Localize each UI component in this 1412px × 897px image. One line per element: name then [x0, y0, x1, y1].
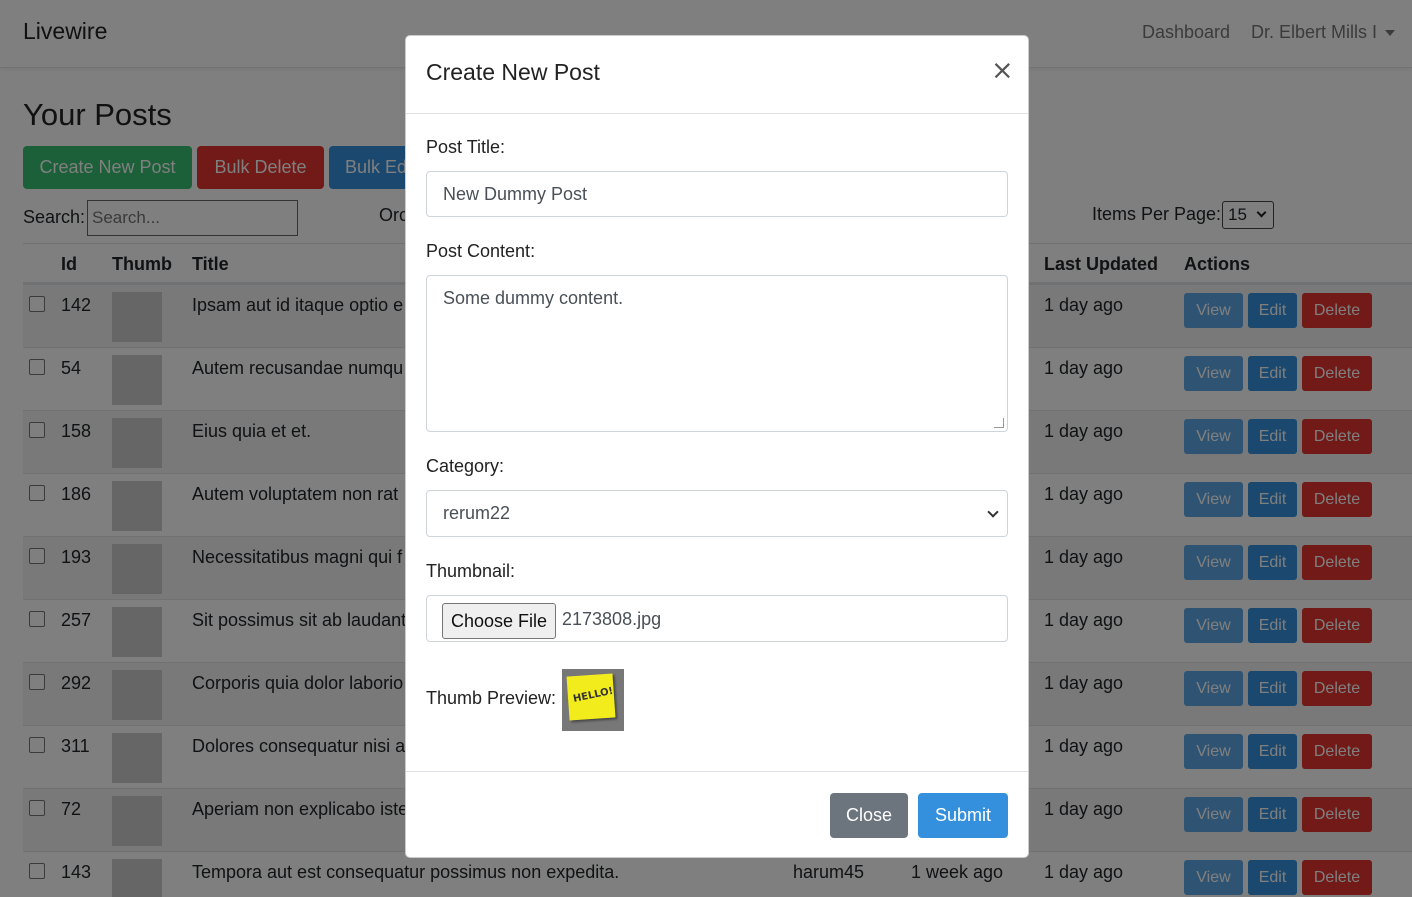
modal-footer: Close Submit [406, 771, 1028, 857]
sticky-note-text: HELLO! [572, 685, 615, 705]
thumbnail-file-input[interactable]: Choose File 2173808.jpg [426, 595, 1008, 642]
submit-button[interactable]: Submit [918, 793, 1008, 838]
resize-handle-icon[interactable] [994, 418, 1004, 428]
close-icon[interactable]: × [991, 55, 1014, 86]
category-label: Category: [426, 456, 505, 476]
chevron-down-icon [987, 506, 999, 518]
thumb-preview-image: HELLO! [562, 669, 624, 731]
create-post-modal: Create New Post × Post Title: New Dummy … [405, 35, 1029, 858]
thumbnail-label: Thumbnail: [426, 561, 516, 581]
post-content-textarea[interactable]: Some dummy content. [426, 275, 1008, 432]
file-name: 2173808.jpg [562, 609, 662, 629]
close-button[interactable]: Close [830, 793, 908, 838]
category-value: rerum22 [443, 503, 511, 523]
post-content-label: Post Content: [426, 241, 536, 261]
choose-file-button[interactable]: Choose File [442, 603, 556, 639]
thumb-preview-label: Thumb Preview: [426, 688, 557, 708]
post-title-label: Post Title: [426, 137, 506, 157]
post-title-input[interactable]: New Dummy Post [426, 171, 1008, 217]
modal-header: Create New Post × [406, 36, 1028, 114]
sticky-note-image: HELLO! [566, 673, 616, 721]
post-title-value: New Dummy Post [443, 184, 588, 204]
category-select[interactable]: rerum22 [426, 490, 1008, 537]
post-content-value: Some dummy content. [443, 288, 624, 308]
modal-title: Create New Post [426, 59, 600, 85]
